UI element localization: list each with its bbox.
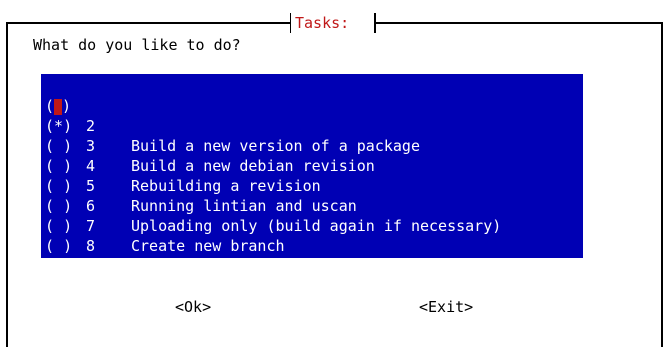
radio-open: ( (45, 257, 55, 275)
menu-item[interactable]: ( ) 2 Build a new version of a package (41, 76, 583, 155)
menu-item[interactable]: ( ) 7 Create new branch (41, 176, 583, 255)
menu-item[interactable]: ( ) 4 Rebuilding a revision (41, 116, 583, 195)
title-right-tick (374, 13, 376, 33)
dialog-title: Tasks: (291, 13, 354, 33)
ok-button[interactable]: <Ok> (175, 297, 211, 317)
menu-item[interactable]: ( ) 6 Uploading only (build again if nec… (41, 156, 583, 235)
item-number: 10 (86, 277, 105, 295)
menu-item[interactable]: ( ) 9 Set name or IP of own git server (41, 216, 583, 295)
menu-item[interactable]: ( ) 5 Running lintian and uscan (41, 136, 583, 215)
frame-left (6, 22, 8, 347)
dialog-prompt: What do you like to do? (33, 36, 241, 54)
item-label: Set name or IP of own git server (131, 277, 420, 295)
menu-item[interactable]: ( ) 8 Select branch (41, 196, 583, 275)
item-label: Select branch (131, 257, 249, 275)
radio-close: ) (63, 257, 73, 275)
exit-button[interactable]: <Exit> (419, 297, 473, 317)
task-dialog: Tasks: What do you like to do? ( ) 2 Bui… (0, 0, 663, 347)
radio-mark (54, 257, 63, 275)
frame-top-right (376, 22, 663, 24)
radio-button[interactable]: ( ) (45, 256, 91, 276)
frame-top-left (6, 22, 290, 24)
menu-item[interactable]: (*) 3 Build a new debian revision (41, 96, 583, 175)
menu-item[interactable]: ( ) 10 Create a debdiff (41, 236, 583, 315)
task-menu: ( ) 2 Build a new version of a package (… (41, 74, 583, 315)
